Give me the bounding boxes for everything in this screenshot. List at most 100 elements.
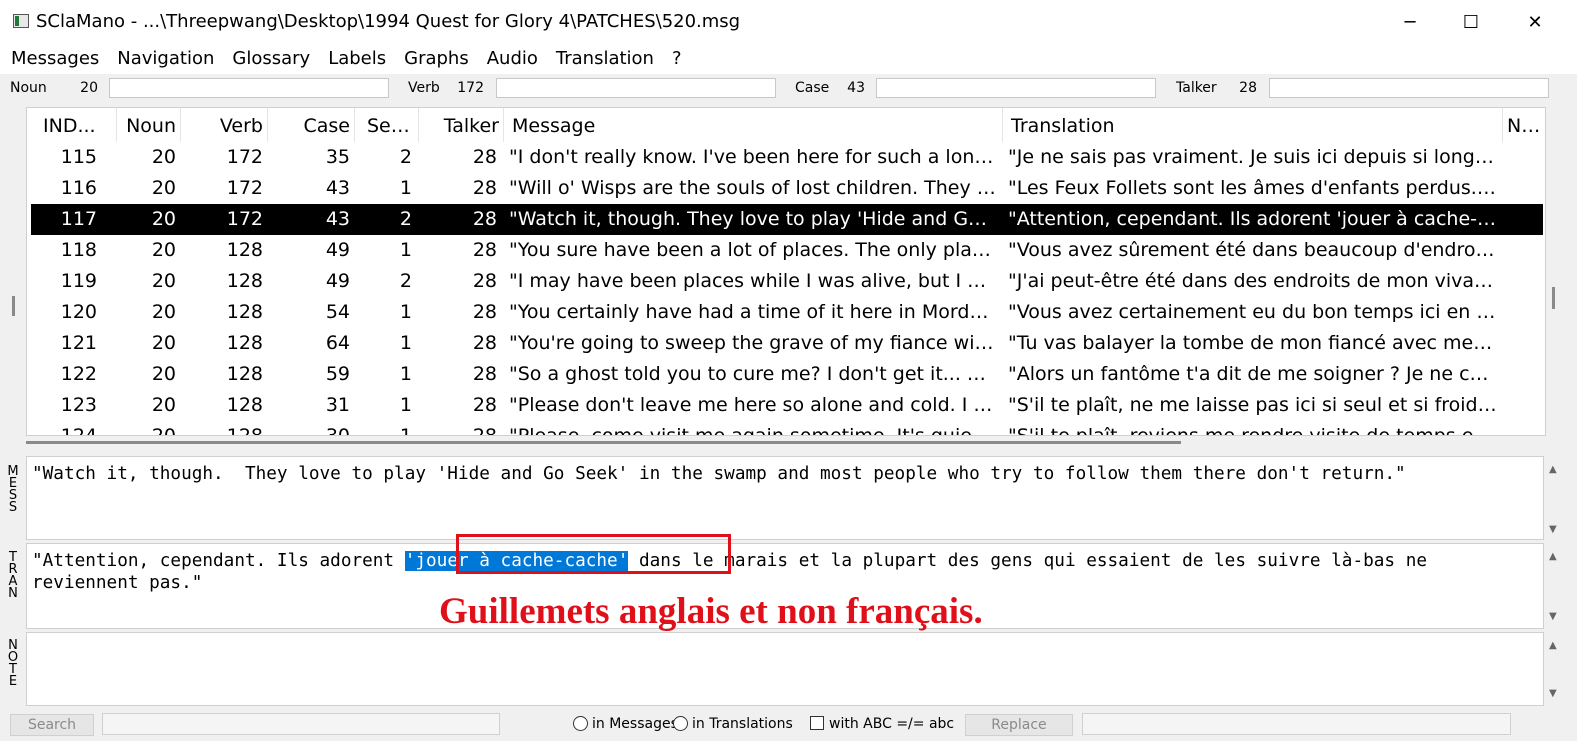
cell-sequence: 1: [399, 301, 412, 323]
col-sequence[interactable]: Seq...: [363, 108, 419, 142]
noun-field[interactable]: [109, 78, 389, 98]
noun-value: 20: [80, 80, 98, 96]
cell-noun: 20: [151, 301, 176, 323]
cell-talker: 28: [472, 270, 497, 292]
table-row[interactable]: 119 20 128 49 2 28 "I may have been places whi…: [31, 266, 1543, 297]
cell-message: "Please, come visit me again sometime. I…: [509, 425, 996, 436]
cell-index: 115: [60, 146, 97, 168]
search-button[interactable]: Search: [10, 714, 94, 736]
table-row[interactable]: 123 20 128 31 1 28 "Please don't leave me here…: [31, 390, 1543, 421]
message-pane-label: M E S S: [7, 464, 19, 515]
cell-case: 31: [325, 394, 350, 416]
minimize-button[interactable]: ─: [1380, 0, 1440, 44]
case-field[interactable]: [876, 78, 1156, 98]
menu-navigation[interactable]: Navigation: [108, 44, 223, 74]
cell-sequence: 1: [399, 239, 412, 261]
cell-index: 118: [60, 239, 97, 261]
cell-translation: "Attention, cependant. Ils adorent 'joue…: [1008, 208, 1498, 230]
cell-case: 43: [325, 208, 350, 230]
table-row[interactable]: 117 20 172 43 2 28 "Watch it, though. They lov…: [31, 204, 1543, 235]
talker-field[interactable]: [1269, 78, 1549, 98]
maximize-button[interactable]: ☐: [1441, 0, 1501, 44]
talker-label: Talker: [1176, 80, 1217, 96]
cell-talker: 28: [472, 208, 497, 230]
cell-verb: 128: [226, 332, 263, 354]
cell-noun: 20: [151, 208, 176, 230]
cell-case: 54: [325, 301, 350, 323]
note-pane[interactable]: [26, 632, 1544, 706]
cell-sequence: 1: [399, 394, 412, 416]
col-noun[interactable]: Noun: [117, 108, 181, 142]
cell-verb: 128: [226, 363, 263, 385]
search-input[interactable]: [102, 713, 500, 735]
table-row[interactable]: 121 20 128 64 1 28 "You're going to sweep the …: [31, 328, 1543, 359]
col-case[interactable]: Case: [268, 108, 355, 142]
col-note[interactable]: Note: [1503, 108, 1545, 142]
cell-noun: 20: [151, 332, 176, 354]
in-messages-radio[interactable]: [573, 716, 588, 731]
table-row[interactable]: 124 20 128 30 1 28 "Please, come visit me agai…: [31, 421, 1543, 436]
cell-sequence: 2: [399, 208, 412, 230]
col-index[interactable]: IND...: [39, 108, 117, 142]
cell-noun: 20: [151, 270, 176, 292]
cell-translation: "S'il te plaît, ne me laisse pas ici si …: [1008, 394, 1498, 416]
cell-sequence: 1: [399, 363, 412, 385]
in-translations-radio[interactable]: [673, 716, 688, 731]
cell-translation: "J'ai peut-être été dans des endroits de…: [1008, 270, 1498, 292]
translation-scrollbar[interactable]: ▲ ▼: [1546, 543, 1564, 629]
cell-verb: 172: [226, 177, 263, 199]
cell-message: "Please don't leave me here so alone and…: [509, 394, 996, 416]
list-horizontal-scrollbar[interactable]: [26, 436, 1544, 454]
cell-translation: "Vous avez certainement eu du bon temps …: [1008, 301, 1498, 323]
replace-input[interactable]: [1082, 713, 1511, 735]
menu-glossary[interactable]: Glossary: [223, 44, 319, 74]
cell-index: 120: [60, 301, 97, 323]
cell-noun: 20: [151, 239, 176, 261]
col-message[interactable]: Message: [508, 108, 1003, 142]
cell-talker: 28: [472, 363, 497, 385]
cell-verb: 128: [226, 394, 263, 416]
table-row[interactable]: 120 20 128 54 1 28 "You certainly have had a t…: [31, 297, 1543, 328]
menu-translation[interactable]: Translation: [547, 44, 663, 74]
message-pane[interactable]: "Watch it, though. They love to play 'Hi…: [26, 456, 1544, 540]
verb-value: 172: [457, 80, 484, 96]
cell-talker: 28: [472, 239, 497, 261]
menu-labels[interactable]: Labels: [319, 44, 395, 74]
replace-button[interactable]: Replace: [965, 714, 1073, 736]
cell-talker: 28: [472, 425, 497, 436]
table-row[interactable]: 116 20 172 43 1 28 "Will o' Wisps are the soul…: [31, 173, 1543, 204]
cell-talker: 28: [472, 394, 497, 416]
menu-graphs[interactable]: Graphs: [395, 44, 478, 74]
table-row[interactable]: 118 20 128 49 1 28 "You sure have been a lot o…: [31, 235, 1543, 266]
cell-noun: 20: [151, 363, 176, 385]
close-button[interactable]: ✕: [1505, 0, 1565, 44]
scroll-up-arrow-icon[interactable]: ▲: [1549, 640, 1557, 651]
table-row[interactable]: 122 20 128 59 1 28 "So a ghost told you to cur…: [31, 359, 1543, 390]
col-talker[interactable]: Talker: [419, 108, 504, 142]
scroll-down-arrow-icon[interactable]: ▼: [1549, 688, 1557, 699]
scroll-down-arrow-icon[interactable]: ▼: [1549, 524, 1557, 535]
scroll-up-arrow-icon[interactable]: ▲: [1549, 551, 1557, 562]
list-vertical-scrollbar[interactable]: [1552, 287, 1555, 309]
col-translation[interactable]: Translation: [1007, 108, 1503, 142]
menu-audio[interactable]: Audio: [478, 44, 547, 74]
cell-case: 30: [325, 425, 350, 436]
cell-case: 59: [325, 363, 350, 385]
menu-messages[interactable]: Messages: [0, 44, 108, 74]
scroll-up-arrow-icon[interactable]: ▲: [1549, 464, 1557, 475]
note-scrollbar[interactable]: ▲ ▼: [1546, 632, 1564, 706]
verb-field[interactable]: [496, 78, 776, 98]
list-horizontal-thumb[interactable]: [26, 441, 1181, 444]
cell-verb: 128: [226, 239, 263, 261]
message-scrollbar[interactable]: ▲ ▼: [1546, 456, 1564, 540]
table-row[interactable]: 115 20 172 35 2 28 "I don't really know. I've …: [31, 142, 1543, 173]
talker-value: 28: [1239, 80, 1257, 96]
list-header: IND... Noun Verb Case Seq... Talker Mess…: [27, 108, 1545, 142]
case-sensitive-checkbox[interactable]: [810, 716, 824, 730]
col-verb[interactable]: Verb: [181, 108, 268, 142]
note-pane-label: N O T E: [7, 638, 19, 689]
message-list[interactable]: IND... Noun Verb Case Seq... Talker Mess…: [26, 107, 1546, 436]
scroll-down-arrow-icon[interactable]: ▼: [1549, 611, 1557, 622]
cell-index: 122: [60, 363, 97, 385]
menu-help[interactable]: ?: [663, 44, 691, 74]
